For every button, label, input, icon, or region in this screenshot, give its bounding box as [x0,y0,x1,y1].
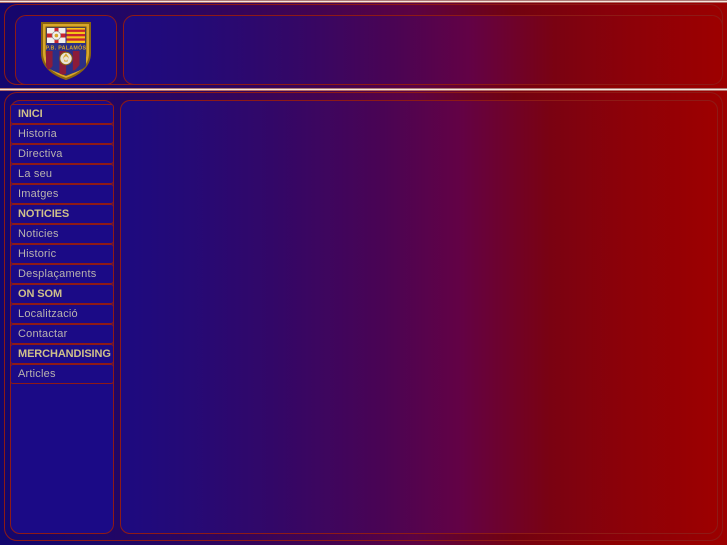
sidebar-item-historia[interactable]: Historia [10,124,114,144]
sidebar-item-imatges[interactable]: Imatges [10,184,114,204]
sidebar-item-desplacaments[interactable]: Desplaçaments [10,264,114,284]
sidebar-item-localitzacio[interactable]: Localització [10,304,114,324]
sidebar-item-merchandising[interactable]: MERCHANDISING [10,344,114,364]
sidebar-item-contactar[interactable]: Contactar [10,324,114,344]
sidebar-item-articles[interactable]: Articles [10,364,114,384]
sidebar-nav: INICI Historia Directiva La seu Imatges NOTIC… [10,104,114,384]
sidebar-item-noticies[interactable]: Noticies [10,224,114,244]
page-root: P.B. PALAMÓS INICI Historia Directiva La… [0,0,727,545]
sidebar-item-on-som[interactable]: ON SOM [10,284,114,304]
sidebar-item-historic[interactable]: Historic [10,244,114,264]
header-panel: P.B. PALAMÓS [4,4,723,85]
header-banner-box [123,15,723,85]
logo-box[interactable]: P.B. PALAMÓS [15,15,117,85]
sidebar-item-noticies[interactable]: NOTICIES [10,204,114,224]
sidebar-item-la-seu[interactable]: La seu [10,164,114,184]
top-divider [0,0,727,3]
header-body-divider [0,88,727,91]
sidebar-item-directiva[interactable]: Directiva [10,144,114,164]
sidebar-item-inici[interactable]: INICI [10,104,114,124]
main-content-area [120,100,718,534]
club-crest-icon: P.B. PALAMÓS [41,22,91,81]
svg-text:P.B. PALAMÓS: P.B. PALAMÓS [46,43,87,51]
